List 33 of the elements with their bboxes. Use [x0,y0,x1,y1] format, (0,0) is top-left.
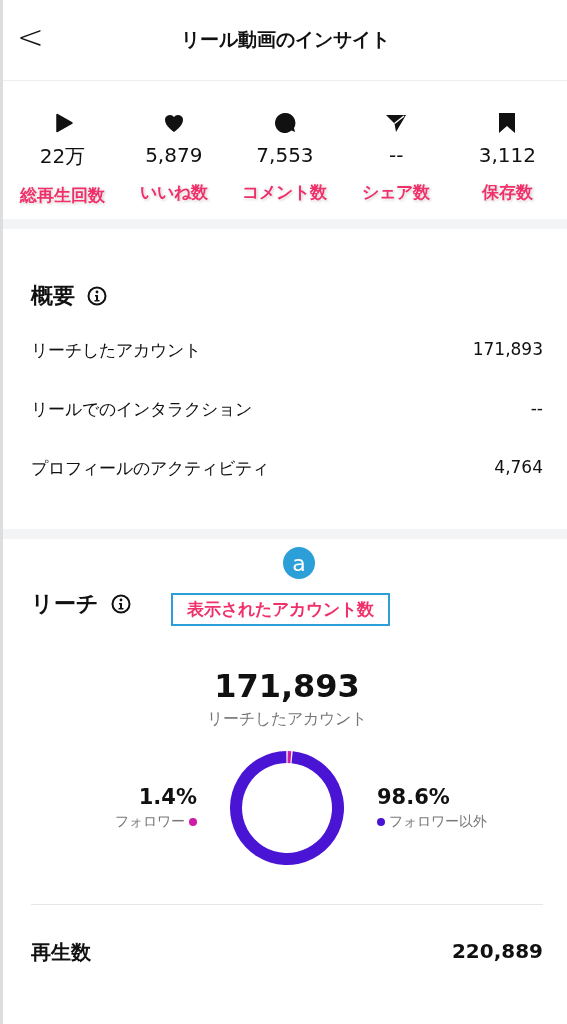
annotation-label: シェア数 [362,181,431,204]
plays-label: 再生数 [31,939,91,966]
info-icon[interactable] [87,286,107,306]
stat-value: 3,112 [478,143,536,167]
legend-percent: 98.6% [377,785,451,809]
section-title: リーチ [31,590,99,618]
row-value: -- [530,398,543,418]
annotation-label: 総再生回数 [20,184,106,207]
row-value: 171,893 [472,339,543,359]
annotation-label: コメント数 [242,181,328,204]
stat-value: 7,553 [256,143,314,167]
stat-value: 22万 [39,143,86,170]
legend-percent: 1.4% [138,785,197,809]
stat-value: -- [388,143,404,167]
row-label: プロフィールのアクティビティ [31,457,269,480]
row-label: リーチしたアカウント [31,339,201,362]
annotation-marker: a [283,547,315,579]
legend-label: フォロワー以外 [389,813,487,831]
plays-value: 220,889 [451,939,543,965]
reach-total: 171,893 [213,667,361,705]
section-title: 概要 [31,282,75,310]
annotation-label: いいね数 [139,181,208,204]
stat-value: 5,879 [145,143,203,167]
info-icon[interactable] [111,594,131,614]
page-title: リール動画のインサイト [180,27,390,52]
row-label: リールでのインタラクション [31,398,252,421]
annotation-label: 保存数 [481,181,533,204]
legend-label: フォロワー [115,813,185,831]
comment-icon [272,111,297,135]
row-value: 4,764 [494,457,543,477]
annotation-callout: 表示されたアカウント数 [171,593,390,626]
back-button[interactable]: < [17,18,44,56]
reach-total-label: リーチしたアカウント [206,709,368,730]
